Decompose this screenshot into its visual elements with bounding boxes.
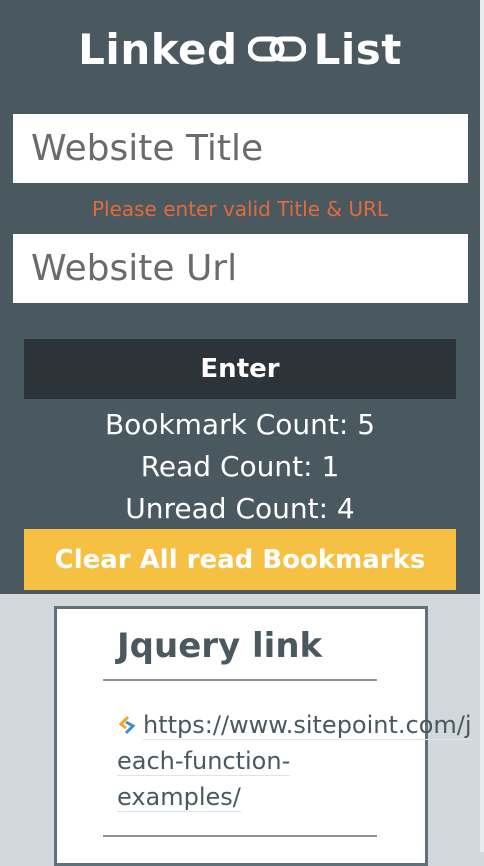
- enter-button[interactable]: Enter: [24, 339, 456, 399]
- clear-read-bookmarks-button[interactable]: Clear All read Bookmarks: [24, 529, 456, 590]
- bookmark-url-line: each-function-: [117, 743, 484, 779]
- card-divider: [103, 835, 377, 837]
- read-count: Read Count: 1: [140, 450, 340, 483]
- bookmark-url-text-3: examples/: [117, 783, 241, 812]
- bookmark-url-text-1: https://www.sitepoint.com/j: [143, 711, 472, 740]
- unread-count: Unread Count: 4: [125, 492, 355, 525]
- bookmark-url-line: https://www.sitepoint.com/j: [117, 707, 484, 743]
- bookmark-url-line: examples/: [117, 779, 484, 815]
- bookmark-url-link[interactable]: https://www.sitepoint.com/j each-functio…: [117, 707, 484, 815]
- chain-link-icon: [247, 36, 306, 62]
- bookmark-count: Bookmark Count: 5: [104, 408, 376, 441]
- app-title: Linked List: [0, 22, 480, 76]
- website-title-input[interactable]: [13, 114, 468, 183]
- card-divider: [103, 679, 377, 681]
- app-title-right: List: [313, 24, 402, 74]
- bookmark-url-text-2: each-function-: [117, 747, 291, 776]
- bookmark-card: Jquery link https://www.sitepoint.com/j …: [54, 606, 472, 866]
- sitepoint-icon: [118, 715, 136, 735]
- bookmark-title: Jquery link: [117, 626, 323, 666]
- website-url-input[interactable]: [13, 234, 468, 303]
- app-title-left: Linked: [78, 24, 238, 74]
- validation-error: Please enter valid Title & URL: [91, 197, 389, 221]
